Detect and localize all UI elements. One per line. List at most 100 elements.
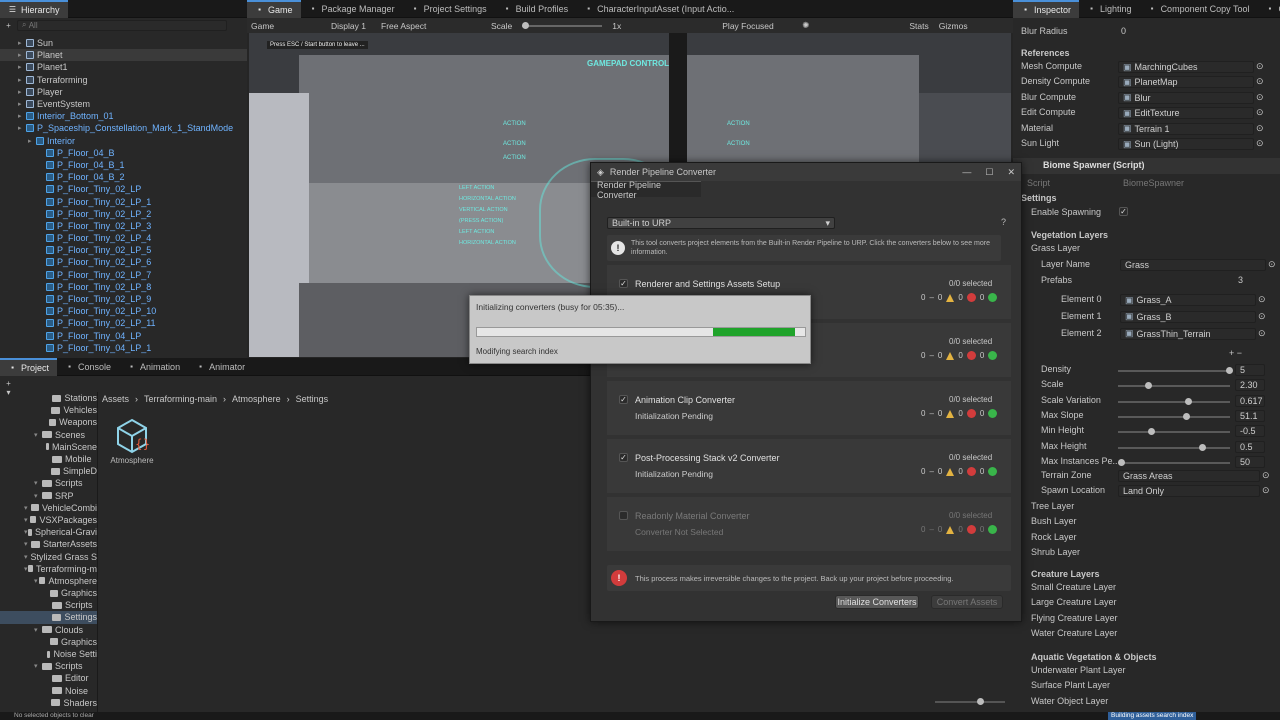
tab-hierarchy[interactable]: ☰ Hierarchy: [0, 0, 68, 18]
display-dropdown[interactable]: Display 1: [331, 21, 371, 31]
minimize-icon[interactable]: —: [962, 167, 971, 177]
converter-checkbox[interactable]: ✓: [619, 279, 628, 288]
expand-arrow-icon[interactable]: ▾: [34, 479, 42, 487]
enable-spawning-checkbox[interactable]: ✓: [1119, 207, 1128, 216]
expand-arrow-icon[interactable]: ▸: [18, 88, 26, 96]
project-folder[interactable]: Shaders: [0, 697, 97, 709]
project-folder[interactable]: Noise: [0, 685, 97, 697]
tab-center-1[interactable]: ▪ Package Manager: [301, 0, 403, 18]
expand-arrow-icon[interactable]: ▸: [18, 124, 26, 132]
hierarchy-item[interactable]: P_Floor_Tiny_02_LP_6: [0, 256, 247, 268]
expand-arrow-icon[interactable]: ▾: [24, 553, 28, 561]
converter-checkbox[interactable]: ✓: [619, 453, 628, 462]
hierarchy-item[interactable]: P_Floor_Tiny_02_LP_9: [0, 293, 247, 305]
tab-project-2[interactable]: ▪ Animation: [119, 358, 188, 376]
expand-arrow-icon[interactable]: ▾: [34, 662, 42, 670]
rp-tab[interactable]: Render Pipeline Converter: [591, 180, 701, 200]
expand-arrow-icon[interactable]: ▾: [34, 431, 42, 439]
project-folder[interactable]: Settings: [0, 611, 97, 624]
hierarchy-item[interactable]: P_Floor_Tiny_02_LP_11: [0, 317, 247, 329]
breadcrumb-item[interactable]: Settings: [296, 394, 329, 404]
reference-field[interactable]: ▣ EditTexture: [1118, 107, 1254, 120]
project-folder[interactable]: ▾ VehicleCombi: [0, 502, 97, 514]
tab-project-0[interactable]: ▪ Project: [0, 357, 58, 376]
converter-item[interactable]: ✓ Animation Clip Converter Initialization …: [607, 381, 1011, 435]
object-picker-icon[interactable]: ⊙: [1262, 485, 1270, 496]
project-folder[interactable]: Mobile: [0, 453, 97, 465]
help-icon[interactable]: ?: [1001, 217, 1006, 227]
project-folder[interactable]: Vehicles: [0, 404, 97, 416]
aspect-dropdown[interactable]: Free Aspect: [381, 21, 481, 31]
object-picker-icon[interactable]: ⊙: [1258, 311, 1266, 322]
expand-arrow-icon[interactable]: ▸: [18, 39, 26, 47]
prefab-element-field[interactable]: ▣ Grass_A: [1120, 294, 1256, 306]
tab-center-3[interactable]: ▪ Build Profiles: [495, 0, 577, 18]
hierarchy-item[interactable]: ▸ Interior: [0, 135, 247, 147]
inspector-slider[interactable]: [1118, 382, 1230, 390]
object-picker-icon[interactable]: ⊙: [1256, 76, 1264, 87]
add-icon[interactable]: +: [4, 21, 13, 30]
hierarchy-item[interactable]: ▸ Interior_Bottom_01: [0, 110, 247, 122]
project-folder[interactable]: Editor: [0, 672, 97, 684]
scale-slider[interactable]: [522, 21, 603, 29]
hierarchy-item[interactable]: P_Floor_Tiny_02_LP_4: [0, 232, 247, 244]
add-icon[interactable]: + ▾: [4, 379, 13, 397]
project-folder[interactable]: Graphics: [0, 587, 97, 599]
object-picker-icon[interactable]: ⊙: [1256, 61, 1264, 72]
project-folder[interactable]: ▾ Atmosphere: [0, 575, 97, 587]
hierarchy-search-input[interactable]: ⌕ All: [17, 19, 227, 31]
zoom-slider-knob[interactable]: [977, 698, 984, 705]
breadcrumb-item[interactable]: Atmosphere: [232, 394, 281, 404]
project-folder[interactable]: ▾ Spherical-Gravi: [0, 526, 97, 538]
hierarchy-item[interactable]: ▸ Planet1: [0, 61, 247, 73]
project-folder[interactable]: ▾ Scripts: [0, 660, 97, 672]
hierarchy-item[interactable]: P_Floor_Tiny_02_LP_3: [0, 220, 247, 232]
close-icon[interactable]: ✕: [1007, 167, 1015, 178]
hierarchy-item[interactable]: P_Floor_Tiny_02_LP: [0, 183, 247, 195]
game-dropdown[interactable]: Game: [251, 21, 321, 31]
slider-value-field[interactable]: 2.30: [1235, 379, 1265, 392]
inspector-slider[interactable]: [1118, 412, 1230, 420]
hierarchy-item[interactable]: P_Floor_04_B_1: [0, 159, 247, 171]
converter-item[interactable]: Readonly Material Converter Converter Not…: [607, 497, 1011, 551]
tab-inspector-3[interactable]: ▪Col: [1257, 0, 1280, 18]
reference-field[interactable]: ▣ Terrain 1: [1118, 122, 1254, 135]
slider-knob[interactable]: [1148, 428, 1156, 436]
object-picker-icon[interactable]: ⊙: [1258, 294, 1266, 305]
hierarchy-item[interactable]: P_Floor_Tiny_02_LP_7: [0, 269, 247, 281]
expand-arrow-icon[interactable]: ▸: [18, 112, 26, 120]
prefab-element-field[interactable]: ▣ GrassThin_Terrain: [1120, 327, 1256, 340]
inspector-slider[interactable]: [1118, 367, 1233, 374]
hierarchy-item[interactable]: P_Floor_Tiny_02_LP_1: [0, 195, 247, 207]
expand-arrow-icon[interactable]: ▾: [34, 626, 42, 634]
project-folder[interactable]: MainScene: [0, 441, 97, 453]
breadcrumb-item[interactable]: Terraforming-main: [144, 394, 217, 404]
stats-button[interactable]: Stats: [909, 21, 928, 31]
project-folder[interactable]: ▾ SRP: [0, 490, 97, 502]
prefab-element-field[interactable]: ▣ Grass_B: [1120, 310, 1256, 323]
terrain-zone-dropdown[interactable]: Grass Areas: [1118, 470, 1260, 482]
tab-inspector-0[interactable]: ▪ Inspector: [1013, 0, 1080, 18]
hierarchy-item[interactable]: P_Floor_Tiny_04_LP_1: [0, 342, 247, 354]
hierarchy-item[interactable]: ▸ P_Spaceship_Constellation_Mark_1_StandM…: [0, 122, 247, 134]
maximize-icon[interactable]: ☐: [985, 167, 993, 178]
project-folder[interactable]: SimpleD: [0, 465, 97, 477]
hierarchy-item[interactable]: ▸ Terraforming: [0, 74, 247, 86]
object-picker-icon[interactable]: ⊙: [1256, 138, 1264, 149]
tab-inspector-2[interactable]: ▪ Component Copy Tool: [1140, 0, 1258, 18]
pipeline-dropdown[interactable]: Built-in to URP ▾: [607, 217, 835, 229]
slider-value-field[interactable]: 50: [1235, 455, 1265, 468]
object-picker-icon[interactable]: ⊙: [1262, 470, 1270, 481]
expand-arrow-icon[interactable]: ▸: [28, 137, 36, 145]
convert-assets-button[interactable]: Convert Assets: [931, 595, 1003, 609]
project-folder[interactable]: ▾ Stylized Grass S: [0, 550, 97, 562]
object-picker-icon[interactable]: ⊙: [1256, 123, 1264, 134]
object-picker-icon[interactable]: ⊙: [1256, 92, 1264, 103]
slider-knob[interactable]: [1182, 412, 1190, 420]
inspector-slider[interactable]: [1118, 443, 1230, 451]
converter-item[interactable]: ✓ Post-Processing Stack v2 Converter Initi…: [607, 439, 1011, 493]
reference-field[interactable]: ▣ MarchingCubes: [1118, 61, 1254, 73]
inspector-slider[interactable]: [1118, 397, 1230, 405]
slider-knob[interactable]: [1226, 367, 1233, 374]
tab-project-3[interactable]: ▪ Animator: [188, 358, 253, 376]
